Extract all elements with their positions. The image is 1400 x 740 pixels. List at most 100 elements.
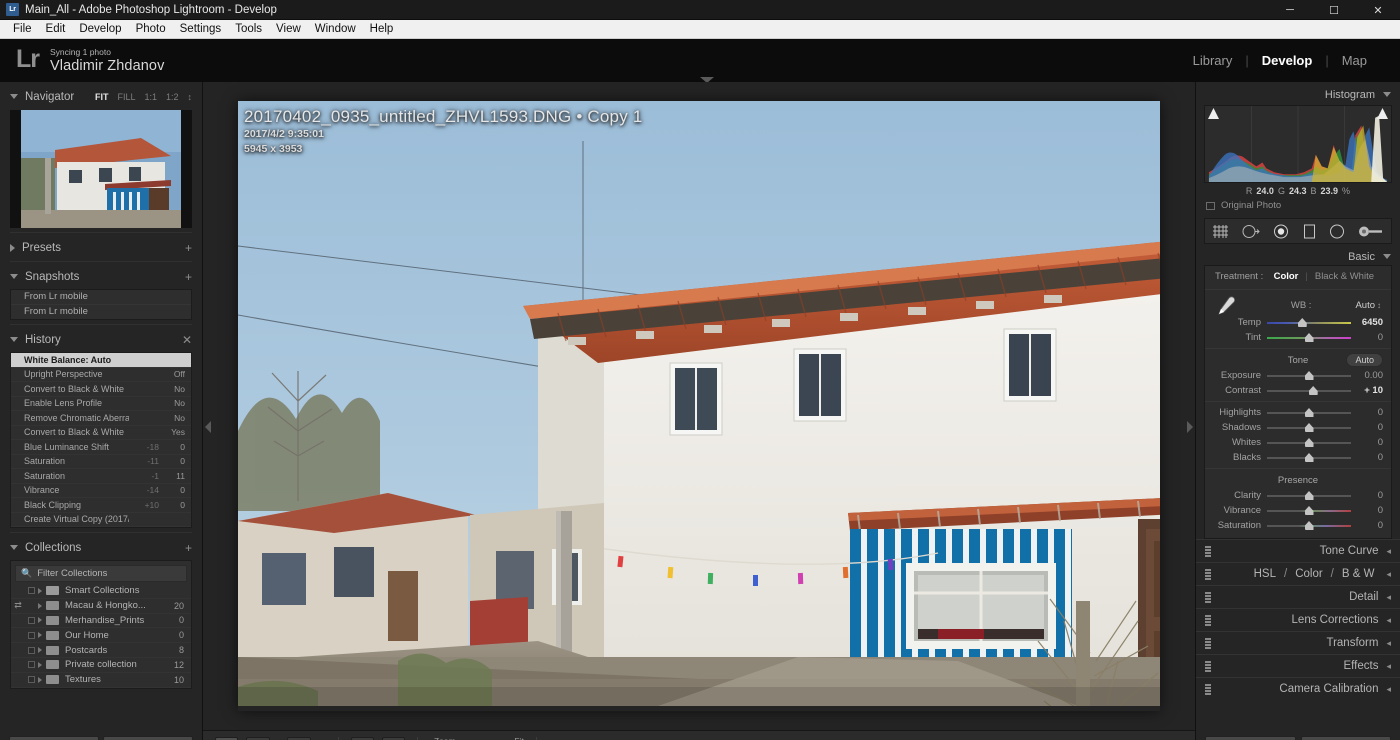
panel-expand-icon[interactable]: ◂ <box>1386 592 1391 603</box>
chevron-right-icon[interactable] <box>38 632 42 639</box>
navigator-mode-fit[interactable]: FIT <box>95 92 109 102</box>
add-preset-icon[interactable]: + <box>185 241 192 255</box>
slider-highlights[interactable]: Highlights 0 <box>1205 405 1391 420</box>
panel-switch-icon[interactable] <box>1205 683 1211 695</box>
history-item[interactable]: Blue Luminance Shift -18 0 <box>11 440 191 455</box>
panel-expand-icon[interactable]: ◂ <box>1386 661 1391 672</box>
slider-value[interactable]: 0 <box>1351 407 1383 418</box>
spot-removal-icon[interactable] <box>1242 224 1260 239</box>
collection-checkbox[interactable] <box>28 631 35 639</box>
white-balance-selector-icon[interactable] <box>1215 296 1237 321</box>
navigator-header[interactable]: Navigator FIT FILL 1:1 1:2 ↕ <box>10 87 192 106</box>
close-button[interactable]: ✕ <box>1356 0 1400 20</box>
panel-header-camera-calibration[interactable]: Camera Calibration ◂ <box>1196 677 1400 700</box>
basic-panel-header[interactable]: Basic <box>1196 248 1400 265</box>
panel-title-part[interactable]: B & W <box>1338 568 1379 580</box>
slider-track-area[interactable] <box>1267 420 1351 435</box>
navigator-mode-1-1[interactable]: 1:1 <box>144 92 157 102</box>
histogram-header[interactable]: Histogram <box>1196 86 1400 103</box>
collection-item[interactable]: ⇄ Macau & Hongko... 20 <box>11 599 191 614</box>
clear-history-icon[interactable]: ✕ <box>182 333 192 347</box>
slider-knob[interactable] <box>1304 408 1314 417</box>
menu-photo[interactable]: Photo <box>129 22 173 36</box>
slider-contrast[interactable]: Contrast + 10 <box>1205 383 1391 398</box>
history-item[interactable]: Saturation -1 11 <box>11 469 191 484</box>
slider-track-area[interactable] <box>1267 405 1351 420</box>
history-item[interactable]: Convert to Black & White No <box>11 382 191 397</box>
panel-switch-icon[interactable] <box>1205 568 1211 580</box>
slider-track-area[interactable] <box>1267 315 1351 330</box>
history-item[interactable]: Black Clipping +10 0 <box>11 498 191 513</box>
menu-help[interactable]: Help <box>363 22 401 36</box>
slider-track-area[interactable] <box>1267 368 1351 383</box>
panel-expand-icon[interactable]: ◂ <box>1386 569 1391 580</box>
slider-whites[interactable]: Whites 0 <box>1205 435 1391 450</box>
adjustment-brush-icon[interactable] <box>1358 224 1384 239</box>
module-library[interactable]: Library <box>1180 53 1246 68</box>
history-item[interactable]: Convert to Black & White Yes <box>11 426 191 440</box>
slider-value[interactable]: 0 <box>1351 437 1383 448</box>
slider-track-area[interactable] <box>1267 435 1351 450</box>
slider-value[interactable]: 0 <box>1351 332 1383 343</box>
panel-expand-icon[interactable]: ◂ <box>1386 546 1391 557</box>
wb-value[interactable]: Auto <box>1355 300 1375 311</box>
slider-exposure[interactable]: Exposure 0.00 <box>1205 368 1391 383</box>
panel-switch-icon[interactable] <box>1205 637 1211 649</box>
slider-value[interactable]: 0 <box>1351 452 1383 463</box>
panel-expand-icon[interactable]: ◂ <box>1386 684 1391 695</box>
slider-knob[interactable] <box>1304 491 1314 500</box>
collection-item[interactable]: Our Home 0 <box>11 628 191 644</box>
slider-knob[interactable] <box>1308 386 1318 395</box>
history-item[interactable]: White Balance: Auto <box>11 353 191 368</box>
slider-knob[interactable] <box>1304 521 1314 530</box>
slider-knob[interactable] <box>1304 453 1314 462</box>
radial-filter-icon[interactable] <box>1329 224 1345 239</box>
original-photo-toggle[interactable]: Original Photo <box>1196 196 1400 215</box>
original-photo-checkbox[interactable] <box>1206 201 1215 210</box>
slider-value[interactable]: 0 <box>1351 490 1383 501</box>
module-develop[interactable]: Develop <box>1249 53 1326 68</box>
snapshot-item[interactable]: From Lr mobile <box>11 305 191 320</box>
panel-header-tone-curve[interactable]: Tone Curve ◂ <box>1196 539 1400 562</box>
image-canvas[interactable]: 20170402_0935_untitled_ZHVL1593.DNG • Co… <box>203 82 1358 740</box>
snapshot-item[interactable]: From Lr mobile <box>11 290 191 305</box>
maximize-button[interactable]: ☐ <box>1312 0 1356 20</box>
collection-item[interactable]: Textures 10 <box>11 673 191 688</box>
slider-value[interactable]: + 10 <box>1351 385 1383 396</box>
menu-develop[interactable]: Develop <box>72 22 128 36</box>
chevron-right-icon[interactable] <box>38 661 42 668</box>
history-header[interactable]: History ✕ <box>10 330 192 349</box>
panel-header-detail[interactable]: Detail ◂ <box>1196 585 1400 608</box>
presets-header[interactable]: Presets + <box>10 238 192 257</box>
panel-header-lens-corrections[interactable]: Lens Corrections ◂ <box>1196 608 1400 631</box>
menu-settings[interactable]: Settings <box>173 22 229 36</box>
copy-button[interactable]: Copy... <box>9 736 99 740</box>
slider-shadows[interactable]: Shadows 0 <box>1205 420 1391 435</box>
panel-switch-icon[interactable] <box>1205 660 1211 672</box>
module-map[interactable]: Map <box>1329 53 1380 68</box>
wb-stepper-icon[interactable]: ↕ <box>1377 301 1381 310</box>
history-item[interactable]: Upright Perspective Off <box>11 368 191 382</box>
menu-edit[interactable]: Edit <box>39 22 73 36</box>
panel-switch-icon[interactable] <box>1205 591 1211 603</box>
history-item[interactable]: Remove Chromatic Aberration No <box>11 411 191 426</box>
slider-saturation[interactable]: Saturation 0 <box>1205 518 1391 533</box>
slider-value[interactable]: 0 <box>1351 422 1383 433</box>
slider-track-area[interactable] <box>1267 518 1351 533</box>
collection-item[interactable]: Smart Collections <box>11 584 191 599</box>
navigator-zoom-stepper-icon[interactable]: ↕ <box>188 92 193 102</box>
treatment-option-color[interactable]: Color <box>1267 271 1306 282</box>
add-snapshot-icon[interactable]: + <box>185 270 192 284</box>
collections-header[interactable]: Collections + <box>10 538 192 557</box>
slider-clarity[interactable]: Clarity 0 <box>1205 488 1391 503</box>
treatment-option-bw[interactable]: Black & White <box>1308 271 1381 282</box>
minimize-button[interactable]: ─ <box>1268 0 1312 20</box>
paste-button[interactable]: Paste <box>103 736 193 740</box>
right-panel-collapse-arrow[interactable] <box>1187 421 1193 433</box>
panel-header-hsl-color-b-w[interactable]: HSL / Color / B & W ◂ <box>1196 562 1400 585</box>
panel-header-effects[interactable]: Effects ◂ <box>1196 654 1400 677</box>
reset-button[interactable]: Reset (Adobe) <box>1300 736 1391 740</box>
zoom-control[interactable]: Zoom Fit <box>434 736 524 740</box>
red-eye-icon[interactable] <box>1273 224 1289 239</box>
collection-checkbox[interactable] <box>28 616 35 624</box>
